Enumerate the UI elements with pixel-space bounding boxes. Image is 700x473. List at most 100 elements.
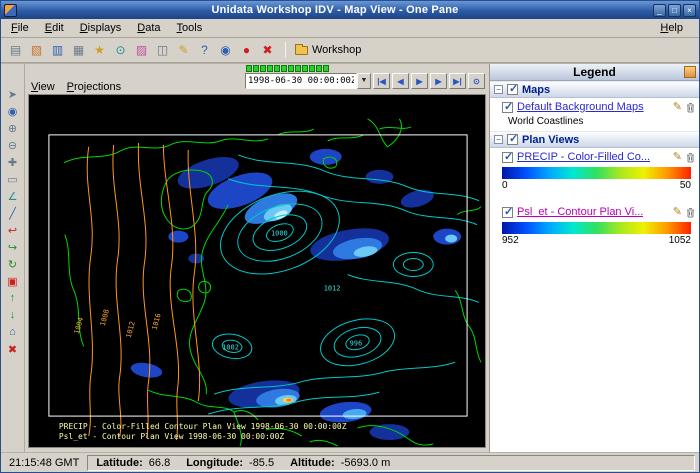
precip-caption: PRECIP - Color-Filled Contour Plan View … xyxy=(59,422,347,431)
menu-displays[interactable]: Displays xyxy=(72,20,130,36)
home-view-icon[interactable]: ⌂ xyxy=(4,324,22,340)
psl-min-label: 952 xyxy=(502,235,519,246)
dashboard-icon[interactable]: ▤ xyxy=(6,41,25,60)
transect-icon[interactable]: ╱ xyxy=(4,205,22,221)
gmt-clock: 21:15:48 GMT xyxy=(1,457,87,469)
plan-views-visibility-checkbox[interactable] xyxy=(507,134,518,145)
precip-link[interactable]: PRECIP - Color-Filled Co... xyxy=(517,151,650,163)
time-segment[interactable] xyxy=(316,65,322,72)
step-forward-button[interactable]: ▶ xyxy=(430,73,447,89)
menu-data[interactable]: Data xyxy=(129,20,168,36)
map-svg[interactable]: 1004 1008 1012 1016 1000 996 1002 1012 P… xyxy=(29,95,485,447)
minimize-button[interactable]: _ xyxy=(653,4,666,17)
time-segment[interactable] xyxy=(288,65,294,72)
remove-icon[interactable]: ✖ xyxy=(4,341,22,357)
edit-icon[interactable]: ✎ xyxy=(673,102,682,113)
collapse-icon[interactable]: − xyxy=(494,85,503,94)
edit-icon[interactable]: ✎ xyxy=(673,207,682,218)
time-segment[interactable] xyxy=(246,65,252,72)
precip-row: PRECIP - Color-Filled Co... ✎ xyxy=(490,148,699,165)
legend-header: Legend xyxy=(490,64,699,81)
maps-visibility-checkbox[interactable] xyxy=(507,84,518,95)
maximize-button[interactable]: □ xyxy=(668,4,681,17)
favorites-icon[interactable]: ★ xyxy=(90,41,109,60)
edit-icon[interactable]: ✎ xyxy=(673,152,682,163)
map-canvas[interactable]: 1004 1008 1012 1016 1000 996 1002 1012 P… xyxy=(28,94,486,448)
window-menu-icon[interactable] xyxy=(4,4,17,17)
play-button[interactable]: ▶ xyxy=(411,73,428,89)
world-coastlines-label: World Coastlines xyxy=(490,115,699,131)
time-segment[interactable] xyxy=(309,65,315,72)
select-icon[interactable]: ➤ xyxy=(4,86,22,102)
trash-icon[interactable] xyxy=(686,152,695,163)
movie-capture-icon[interactable]: ● xyxy=(237,41,256,60)
precip-colorbar[interactable] xyxy=(502,167,691,179)
time-dropdown-button[interactable]: ▼ xyxy=(357,73,371,89)
cancel-loads-icon[interactable]: ✖ xyxy=(258,41,277,60)
go-last-button[interactable]: ▶| xyxy=(449,73,466,89)
print-icon[interactable]: ▦ xyxy=(69,41,88,60)
down-arrow-icon[interactable]: ↓ xyxy=(4,307,22,323)
menubar: File Edit Displays Data Tools Help xyxy=(1,19,699,38)
collapse-icon[interactable]: − xyxy=(494,135,503,144)
default-maps-checkbox[interactable] xyxy=(502,102,513,113)
time-segment[interactable] xyxy=(295,65,301,72)
menu-file[interactable]: File xyxy=(3,20,37,36)
redo-icon[interactable]: ↪ xyxy=(4,239,22,255)
psl-link[interactable]: Psl_et - Contour Plan Vi... xyxy=(517,206,643,218)
pan-icon[interactable]: ✚ xyxy=(4,154,22,170)
undo-icon[interactable]: ↩ xyxy=(4,222,22,238)
globe-icon[interactable]: ◉ xyxy=(4,103,22,119)
float-legend-button[interactable] xyxy=(684,66,696,78)
image-capture-icon[interactable]: ◉ xyxy=(216,41,235,60)
menu-help[interactable]: Help xyxy=(652,20,691,36)
refresh-icon[interactable]: ↻ xyxy=(4,256,22,272)
psl-checkbox[interactable] xyxy=(502,207,513,218)
psl-caption: Psl_et - Contour Plan View 1998-06-30 00… xyxy=(59,432,285,441)
altitude-label: Altitude: xyxy=(290,457,335,469)
time-step-segments xyxy=(246,65,329,72)
color-table-editor-icon[interactable]: ▨ xyxy=(132,41,151,60)
angle-icon[interactable]: ∠ xyxy=(4,188,22,204)
time-segment[interactable] xyxy=(323,65,329,72)
menu-projections[interactable]: Projections xyxy=(67,81,121,93)
step-back-button[interactable]: ◀ xyxy=(392,73,409,89)
layout-editor-icon[interactable]: ◫ xyxy=(153,41,172,60)
precip-max-label: 50 xyxy=(680,180,691,191)
help-icon[interactable]: ? xyxy=(195,41,214,60)
time-segment[interactable] xyxy=(281,65,287,72)
time-segment[interactable] xyxy=(260,65,266,72)
zoom-out-icon[interactable]: ⊖ xyxy=(4,137,22,153)
go-first-button[interactable]: |◀ xyxy=(373,73,390,89)
altitude-value: -5693.0 m xyxy=(341,457,391,469)
toolbar-separator xyxy=(285,42,286,58)
workshop-tab[interactable]: Workshop xyxy=(312,44,361,56)
psl-colorbar[interactable] xyxy=(502,222,691,234)
open-bundle-icon[interactable]: ▧ xyxy=(27,41,46,60)
time-segment[interactable] xyxy=(253,65,259,72)
contour-label: 996 xyxy=(350,339,363,347)
trash-icon[interactable] xyxy=(686,102,695,113)
close-button[interactable]: × xyxy=(683,4,696,17)
history-icon[interactable]: ⊙ xyxy=(111,41,130,60)
menu-view[interactable]: View xyxy=(31,81,55,93)
time-value-field[interactable] xyxy=(245,73,357,89)
time-segment[interactable] xyxy=(267,65,273,72)
legend-title: Legend xyxy=(573,65,616,79)
ruler-icon[interactable]: ▭ xyxy=(4,171,22,187)
time-segment[interactable] xyxy=(302,65,308,72)
menu-tools[interactable]: Tools xyxy=(169,20,211,36)
save-bundle-icon[interactable]: ▥ xyxy=(48,41,67,60)
zoom-in-icon[interactable]: ⊕ xyxy=(4,120,22,136)
viewpoint-toolbar: ➤ ◉ ⊕ ⊖ ✚ ▭ ∠ ╱ ↩ ↪ ↻ ▣ ↑ ↓ ⌂ ✖ xyxy=(1,64,25,452)
drawing-tool-icon[interactable]: ✎ xyxy=(174,41,193,60)
default-maps-link[interactable]: Default Background Maps xyxy=(517,101,644,113)
animation-properties-button[interactable]: ⊙ xyxy=(468,73,485,89)
time-segment[interactable] xyxy=(274,65,280,72)
precip-checkbox[interactable] xyxy=(502,152,513,163)
menu-edit[interactable]: Edit xyxy=(37,20,72,36)
map-pane-top: View Projections ▼ |◀ ◀ ▶ ▶ ▶| xyxy=(25,64,489,94)
trash-icon[interactable] xyxy=(686,207,695,218)
up-arrow-icon[interactable]: ↑ xyxy=(4,290,22,306)
snapshot-icon[interactable]: ▣ xyxy=(4,273,22,289)
